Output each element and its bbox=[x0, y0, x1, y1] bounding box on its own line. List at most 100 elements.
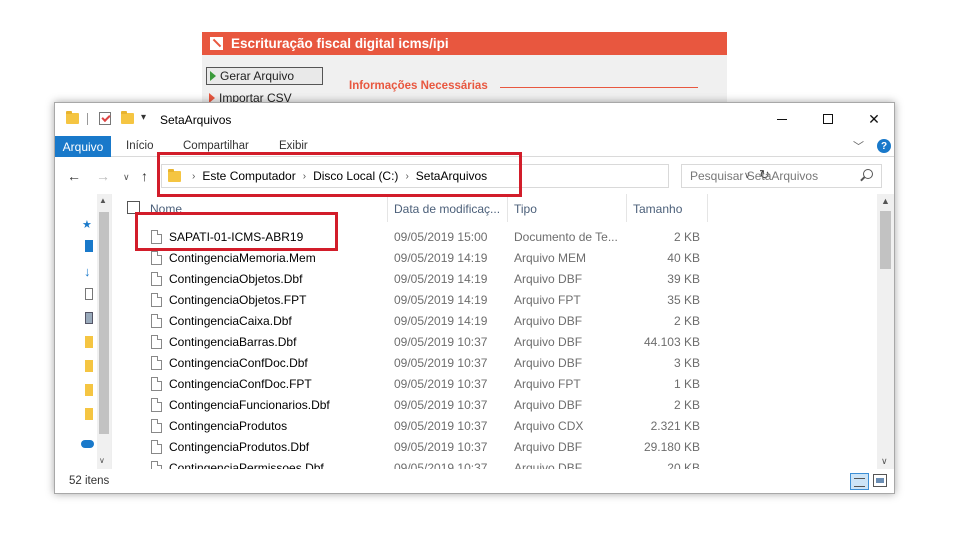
chevron-down-icon[interactable]: ∨ bbox=[881, 456, 888, 467]
properties-icon[interactable] bbox=[99, 112, 111, 125]
minimize-icon bbox=[777, 118, 787, 120]
up-arrow-icon[interactable]: ↑ bbox=[141, 168, 148, 184]
expand-ribbon-icon[interactable]: ﹀ bbox=[853, 138, 864, 154]
file-row[interactable]: ContingenciaProdutos 09/05/2019 10:37 Arqu… bbox=[113, 416, 876, 437]
tab-exibir[interactable]: Exibir bbox=[279, 140, 308, 152]
file-type: Arquivo DBF bbox=[514, 398, 583, 412]
file-size: 39 KB bbox=[667, 272, 700, 286]
file-size: 44.103 KB bbox=[643, 335, 700, 349]
background-app-titlebar: Escrituração fiscal digital icms/ipi bbox=[202, 32, 727, 55]
tab-inicio[interactable]: Início bbox=[126, 140, 154, 152]
file-row[interactable]: ContingenciaPermissoes.Dbf 09/05/2019 10:… bbox=[113, 458, 876, 469]
column-data[interactable]: Data de modificaç... bbox=[394, 202, 500, 216]
close-button[interactable]: ✕ bbox=[851, 103, 897, 135]
divider bbox=[87, 113, 88, 125]
file-size: 29.180 KB bbox=[643, 440, 700, 454]
file-size: 35 KB bbox=[667, 293, 700, 307]
chevron-up-icon[interactable]: ▲ bbox=[881, 196, 890, 206]
file-date: 09/05/2019 10:37 bbox=[394, 440, 488, 454]
file-row[interactable]: ContingenciaObjetos.Dbf 09/05/2019 14:19 A… bbox=[113, 269, 876, 290]
file-type: Arquivo DBF bbox=[514, 440, 583, 454]
onedrive-icon[interactable] bbox=[81, 440, 94, 448]
details-view-icon[interactable] bbox=[850, 473, 869, 490]
documents-icon[interactable] bbox=[85, 288, 93, 300]
file-size: 2 KB bbox=[673, 398, 700, 412]
background-app-window: Escrituração fiscal digital icms/ipi Ger… bbox=[202, 32, 727, 112]
tab-arquivo[interactable]: Arquivo bbox=[55, 136, 111, 157]
file-date: 09/05/2019 10:37 bbox=[394, 419, 488, 433]
folder-icon[interactable] bbox=[85, 336, 93, 348]
play-icon bbox=[210, 71, 216, 81]
file-row[interactable]: ContingenciaConfDoc.FPT 09/05/2019 10:37 A… bbox=[113, 374, 876, 395]
tab-compartilhar[interactable]: Compartilhar bbox=[183, 140, 249, 152]
column-divider[interactable] bbox=[507, 194, 508, 222]
file-row[interactable]: ContingenciaFuncionarios.Dbf 09/05/2019 1… bbox=[113, 395, 876, 416]
file-row[interactable]: ContingenciaCaixa.Dbf 09/05/2019 14:19 Arq… bbox=[113, 311, 876, 332]
recent-locations-icon[interactable]: ∨ bbox=[123, 172, 130, 183]
file-icon bbox=[151, 251, 162, 265]
address-highlight-box bbox=[157, 152, 522, 197]
maximize-icon bbox=[823, 114, 833, 124]
file-row[interactable]: ContingenciaConfDoc.Dbf 09/05/2019 10:37 A… bbox=[113, 353, 876, 374]
file-type: Arquivo DBF bbox=[514, 335, 583, 349]
column-divider[interactable] bbox=[707, 194, 708, 222]
minimize-button[interactable] bbox=[759, 103, 805, 135]
file-icon bbox=[151, 272, 162, 286]
file-list-scrollbar-thumb[interactable] bbox=[880, 211, 891, 269]
file-type: Arquivo DBF bbox=[514, 461, 583, 469]
close-icon: ✕ bbox=[868, 110, 880, 127]
large-icons-view-icon[interactable] bbox=[873, 474, 887, 487]
file-size: 40 KB bbox=[667, 251, 700, 265]
column-divider[interactable] bbox=[626, 194, 627, 222]
gerar-arquivo-button[interactable]: Gerar Arquivo bbox=[206, 67, 323, 85]
file-row[interactable]: ContingenciaObjetos.FPT 09/05/2019 14:19 A… bbox=[113, 290, 876, 311]
file-icon bbox=[151, 293, 162, 307]
file-type: Documento de Te... bbox=[514, 230, 618, 244]
file-row[interactable]: ContingenciaBarras.Dbf 09/05/2019 10:37 Ar… bbox=[113, 332, 876, 353]
quick-access-star-icon[interactable]: ★ bbox=[82, 218, 92, 231]
help-icon[interactable]: ? bbox=[877, 139, 891, 153]
file-row[interactable]: ContingenciaMemoria.Mem 09/05/2019 14:19 A… bbox=[113, 248, 876, 269]
file-type: Arquivo MEM bbox=[514, 251, 587, 265]
file-row[interactable]: ContingenciaProdutos.Dbf 09/05/2019 10:37… bbox=[113, 437, 876, 458]
gerar-arquivo-label: Gerar Arquivo bbox=[220, 69, 295, 83]
file-date: 09/05/2019 14:19 bbox=[394, 251, 488, 265]
pictures-icon[interactable] bbox=[85, 312, 93, 324]
folder-icon[interactable] bbox=[85, 408, 93, 420]
search-input[interactable]: Pesquisar SetaArquivos bbox=[681, 164, 882, 188]
file-size: 20 KB bbox=[667, 461, 700, 469]
forward-arrow-icon[interactable]: → bbox=[96, 168, 110, 184]
quick-access-dropdown-icon[interactable]: ▾ bbox=[141, 112, 146, 123]
file-size: 2 KB bbox=[673, 230, 700, 244]
file-type: Arquivo FPT bbox=[514, 293, 581, 307]
folder-icon[interactable] bbox=[85, 360, 93, 372]
column-tamanho[interactable]: Tamanho bbox=[633, 202, 682, 216]
maximize-button[interactable] bbox=[805, 103, 851, 135]
file-date: 09/05/2019 15:00 bbox=[394, 230, 488, 244]
search-icon[interactable] bbox=[863, 169, 873, 179]
downloads-icon[interactable]: ↓ bbox=[84, 264, 92, 279]
file-list-scrollbar[interactable]: ▲ ∨ bbox=[877, 194, 894, 469]
file-name: ContingenciaMemoria.Mem bbox=[169, 251, 316, 265]
chevron-up-icon[interactable]: ▲ bbox=[99, 196, 107, 205]
file-date: 09/05/2019 10:37 bbox=[394, 356, 488, 370]
file-name: ContingenciaConfDoc.Dbf bbox=[169, 356, 308, 370]
chevron-down-icon[interactable]: ∨ bbox=[99, 456, 105, 465]
file-icon bbox=[151, 335, 162, 349]
app-logo-icon bbox=[210, 37, 223, 50]
file-icon bbox=[151, 377, 162, 391]
file-size: 2.321 KB bbox=[650, 419, 700, 433]
file-size: 3 KB bbox=[673, 356, 700, 370]
navigation-pane: ★ ↓ ▲ ∨ bbox=[55, 194, 112, 469]
nav-pane-scrollbar-thumb[interactable] bbox=[99, 212, 109, 434]
back-arrow-icon[interactable]: ← bbox=[67, 168, 81, 184]
new-folder-icon[interactable] bbox=[121, 111, 134, 124]
column-divider[interactable] bbox=[387, 194, 388, 222]
desktop-icon[interactable] bbox=[85, 240, 93, 252]
file-icon bbox=[151, 419, 162, 433]
file-name: ContingenciaObjetos.Dbf bbox=[169, 272, 303, 286]
column-tipo[interactable]: Tipo bbox=[514, 202, 537, 216]
folder-icon[interactable] bbox=[85, 384, 93, 396]
file-type: Arquivo DBF bbox=[514, 272, 583, 286]
file-date: 09/05/2019 10:37 bbox=[394, 335, 488, 349]
